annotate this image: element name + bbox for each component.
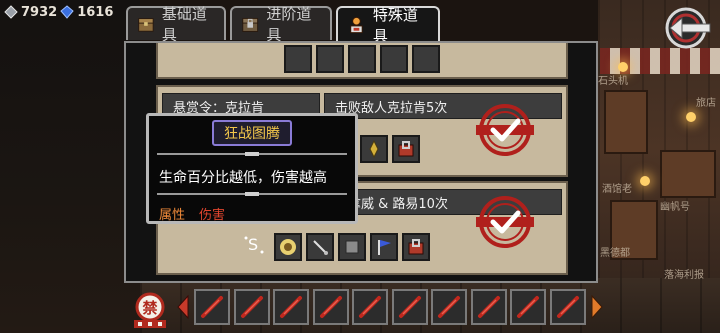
weapon-slot[interactable] [471, 289, 507, 325]
tab-advanced-items[interactable]: 进阶道具 [230, 5, 332, 44]
shelf [604, 90, 648, 154]
blue-flag-icon [378, 240, 391, 255]
divider [157, 192, 347, 196]
wand-icon [313, 240, 328, 255]
red-sword-icon [280, 296, 302, 318]
weapon-slot[interactable] [313, 289, 349, 325]
lamp-icon [640, 176, 650, 186]
red-sword-icon [557, 296, 579, 318]
reward-slot[interactable] [306, 233, 334, 261]
background-sign: 石头机 [598, 76, 628, 87]
red-sword-icon [359, 296, 381, 318]
reward-slot[interactable] [370, 233, 398, 261]
locked-chest-icon [242, 17, 259, 32]
weapon-slot[interactable] [194, 289, 230, 325]
golden-leaf-icon [369, 139, 379, 159]
lamp-icon [686, 112, 696, 122]
reward-slot[interactable] [316, 45, 344, 73]
weapon-slot[interactable] [352, 289, 388, 325]
reward-slot[interactable] [392, 135, 420, 163]
gem-icon [60, 5, 74, 19]
gem-count: 1616 [77, 4, 114, 20]
reward-slot[interactable] [274, 233, 302, 261]
awning-stripe [600, 48, 720, 74]
tab-label: 特殊道具 [372, 6, 418, 45]
red-sword-icon [241, 296, 263, 318]
weapon-slot[interactable] [550, 289, 586, 325]
reward-slot[interactable] [360, 135, 388, 163]
svg-text:S: S [248, 235, 258, 254]
back-button[interactable] [664, 6, 712, 50]
tab-label: 基础道具 [161, 5, 207, 44]
quest-entry-partial [156, 43, 568, 79]
background-sign: 落海利报 [664, 270, 704, 281]
weapon-slot[interactable] [234, 289, 270, 325]
red-sword-icon [478, 296, 500, 318]
reward-slot[interactable] [348, 45, 376, 73]
red-sword-icon [517, 296, 539, 318]
reward-slot[interactable] [402, 233, 430, 261]
red-sword-icon [201, 296, 223, 318]
reward-slot[interactable] [338, 233, 366, 261]
locked-chest-icon [408, 239, 424, 255]
tag-label: 属性 [159, 208, 186, 223]
shelf [660, 150, 716, 198]
sunflower-icon [280, 239, 296, 255]
red-sword-icon [438, 296, 460, 318]
lamp-icon [618, 62, 628, 72]
left-shadow-area [0, 0, 140, 333]
completed-stamp-icon [476, 196, 534, 248]
background-sign: 黑德都 [600, 248, 630, 259]
coin-icon [4, 5, 18, 19]
scroll-left-arrow-icon[interactable] [176, 294, 190, 320]
tab-label: 进阶道具 [266, 5, 312, 44]
reward-row [158, 45, 566, 73]
currency-bar: 7932 1616 [4, 2, 113, 22]
tab-special-items[interactable]: 特殊道具 [336, 6, 440, 45]
reward-slot[interactable] [380, 45, 408, 73]
weapon-slot[interactable] [510, 289, 546, 325]
armor-icon [345, 240, 359, 254]
background-sign: 旅店 [696, 98, 716, 109]
banned-sign-icon[interactable]: 禁 [130, 292, 170, 330]
tooltip-tags: 属性 伤害 [159, 204, 225, 223]
red-sword-icon [320, 296, 342, 318]
chest-icon [138, 18, 154, 32]
sparkle-s-icon: S [244, 235, 264, 254]
item-tooltip: 狂战图腾 生命百分比越低，伤害越高 属性 伤害 [146, 113, 358, 224]
reward-slot[interactable] [284, 45, 312, 73]
completed-stamp-icon [476, 104, 534, 156]
weapon-slot[interactable] [392, 289, 428, 325]
tooltip-description: 生命百分比越低，伤害越高 [159, 170, 327, 186]
weapon-slot[interactable] [431, 289, 467, 325]
banned-label: 禁 [142, 299, 157, 317]
tab-basic-items[interactable]: 基础道具 [126, 5, 226, 44]
weapon-slot[interactable] [273, 289, 309, 325]
divider [157, 152, 347, 156]
red-sword-icon [399, 296, 421, 318]
scroll-right-arrow-icon[interactable] [590, 294, 604, 320]
coin-count: 7932 [21, 4, 58, 20]
background-sign: 酒馆老 [602, 184, 632, 195]
reward-slot[interactable] [412, 45, 440, 73]
tooltip-title: 狂战图腾 [212, 120, 292, 146]
locked-chest-icon [398, 141, 414, 157]
tag-value: 伤害 [199, 208, 226, 223]
background-sign: 幽帆号 [660, 202, 690, 213]
special-items-icon [350, 16, 363, 34]
